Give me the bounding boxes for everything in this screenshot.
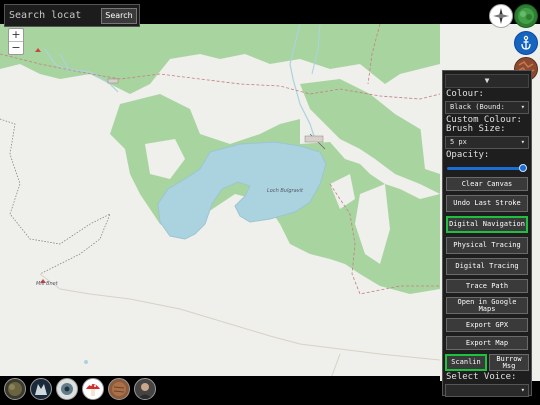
digital-navigation-button[interactable]: Digital Navigation [446, 216, 528, 233]
voice-select[interactable] [445, 384, 529, 397]
opacity-slider[interactable] [447, 163, 527, 173]
compass-icon[interactable] [489, 4, 513, 28]
bark-avatar-glyph [112, 382, 126, 396]
building [304, 135, 324, 143]
colour-select[interactable]: Black (Bound: [445, 101, 529, 114]
anchor-icon[interactable] [514, 31, 538, 55]
tree-canopy-avatar[interactable] [4, 378, 26, 400]
scanline-button[interactable]: Scanlin [445, 354, 487, 371]
pond [84, 360, 88, 364]
opacity-label: Opacity: [446, 150, 490, 160]
wolf-avatar[interactable] [30, 378, 52, 400]
export-gpx-button[interactable]: Export GPX [446, 318, 528, 332]
boundary-line [0, 118, 111, 275]
search-button[interactable]: Search [101, 7, 137, 24]
panel-collapse-toggle[interactable]: ▼ [445, 74, 529, 88]
zoom-out-button[interactable]: − [9, 42, 23, 54]
digital-tracing-button[interactable]: Digital Tracing [446, 258, 528, 275]
path [39, 273, 441, 361]
drawing-panel: ▼ Colour: Black (Bound: Custom Colour: B… [442, 70, 532, 397]
mushroom-glyph [86, 384, 100, 396]
person-glyph [138, 383, 152, 399]
place-label: Mill Bnet [36, 281, 58, 287]
brush-size-select[interactable]: 5 px [445, 136, 529, 149]
colour-label: Colour: [446, 89, 484, 99]
zoom-control: + − [8, 28, 24, 55]
search-input[interactable] [7, 7, 99, 24]
lake-label: Loch Bulgravit [267, 188, 303, 194]
trace-path-button[interactable]: Trace Path [446, 279, 528, 293]
mushroom-avatar[interactable] [82, 378, 104, 400]
wolf-glyph [35, 384, 47, 395]
opacity-slider-knob[interactable] [519, 164, 527, 172]
open-google-maps-button[interactable]: Open in Google Maps [446, 297, 528, 314]
tree-glyph [518, 8, 534, 24]
burrow-msg-button[interactable]: Burrow Msg [489, 354, 529, 371]
bark-avatar[interactable] [108, 378, 130, 400]
building [107, 78, 119, 84]
eye-glyph [61, 383, 73, 395]
brush-size-label: Brush Size: [446, 124, 506, 134]
person-avatar[interactable] [134, 378, 156, 400]
opacity-slider-track [447, 167, 527, 170]
tree-canopy-glyph [8, 382, 22, 396]
clear-canvas-button[interactable]: Clear Canvas [446, 177, 528, 191]
tree-icon[interactable] [514, 4, 538, 28]
export-map-button[interactable]: Export Map [446, 336, 528, 350]
scanline-burrow-row: Scanlin Burrow Msg [445, 354, 529, 371]
eye-avatar[interactable] [56, 378, 78, 400]
anchor-glyph [521, 35, 531, 50]
physical-tracing-button[interactable]: Physical Tracing [446, 237, 528, 254]
select-voice-label: Select Voice: [446, 372, 517, 382]
compass-glyph [493, 8, 509, 24]
search-bar: Search [4, 4, 140, 27]
undo-last-stroke-button[interactable]: Undo Last Stroke [446, 195, 528, 212]
